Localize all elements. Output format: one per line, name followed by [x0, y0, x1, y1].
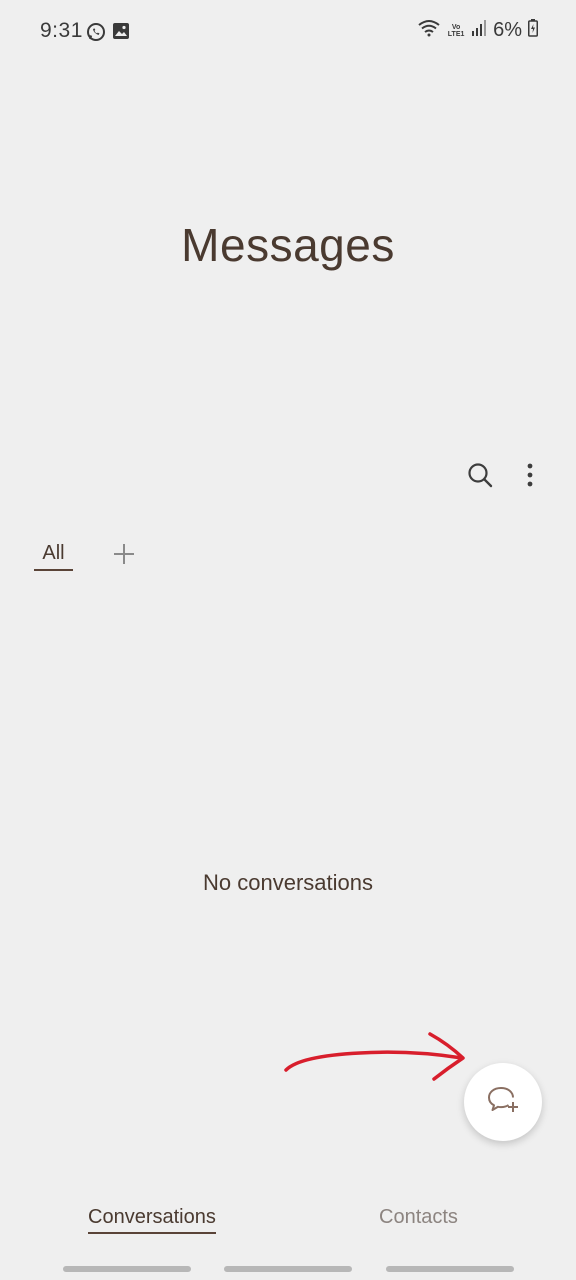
more-options-icon[interactable] — [523, 462, 537, 493]
tab-contacts[interactable]: Contacts — [379, 1206, 458, 1229]
search-icon[interactable] — [467, 462, 493, 493]
gesture-bar-center[interactable] — [224, 1266, 352, 1272]
volte-icon: Vo LTE1 — [447, 23, 465, 38]
plus-icon[interactable] — [110, 540, 138, 568]
signal-icon — [471, 19, 487, 42]
status-left-icons — [86, 22, 130, 47]
status-time: 9:31 — [40, 19, 83, 42]
gallery-icon — [112, 22, 130, 47]
new-chat-icon — [486, 1084, 520, 1121]
annotation-arrow — [280, 1028, 470, 1093]
empty-state-text: No conversations — [203, 870, 373, 895]
tab-all[interactable]: All — [34, 542, 73, 571]
whatsapp-icon — [86, 22, 106, 47]
new-conversation-button[interactable] — [464, 1063, 542, 1141]
wifi-icon — [417, 19, 441, 42]
status-right-icons: Vo LTE1 6% — [417, 19, 538, 42]
battery-icon — [528, 19, 538, 42]
page-title: Messages — [181, 219, 395, 271]
gesture-bar-right[interactable] — [386, 1266, 514, 1272]
battery-percent: 6% — [493, 19, 522, 41]
gesture-bar-left[interactable] — [63, 1266, 191, 1272]
messages-screen: 9:31 Vo LTE1 6% Messages All No conversa… — [0, 0, 576, 1280]
status-bar: 9:31 Vo LTE1 6% — [0, 0, 576, 64]
tab-conversations[interactable]: Conversations — [88, 1206, 216, 1234]
